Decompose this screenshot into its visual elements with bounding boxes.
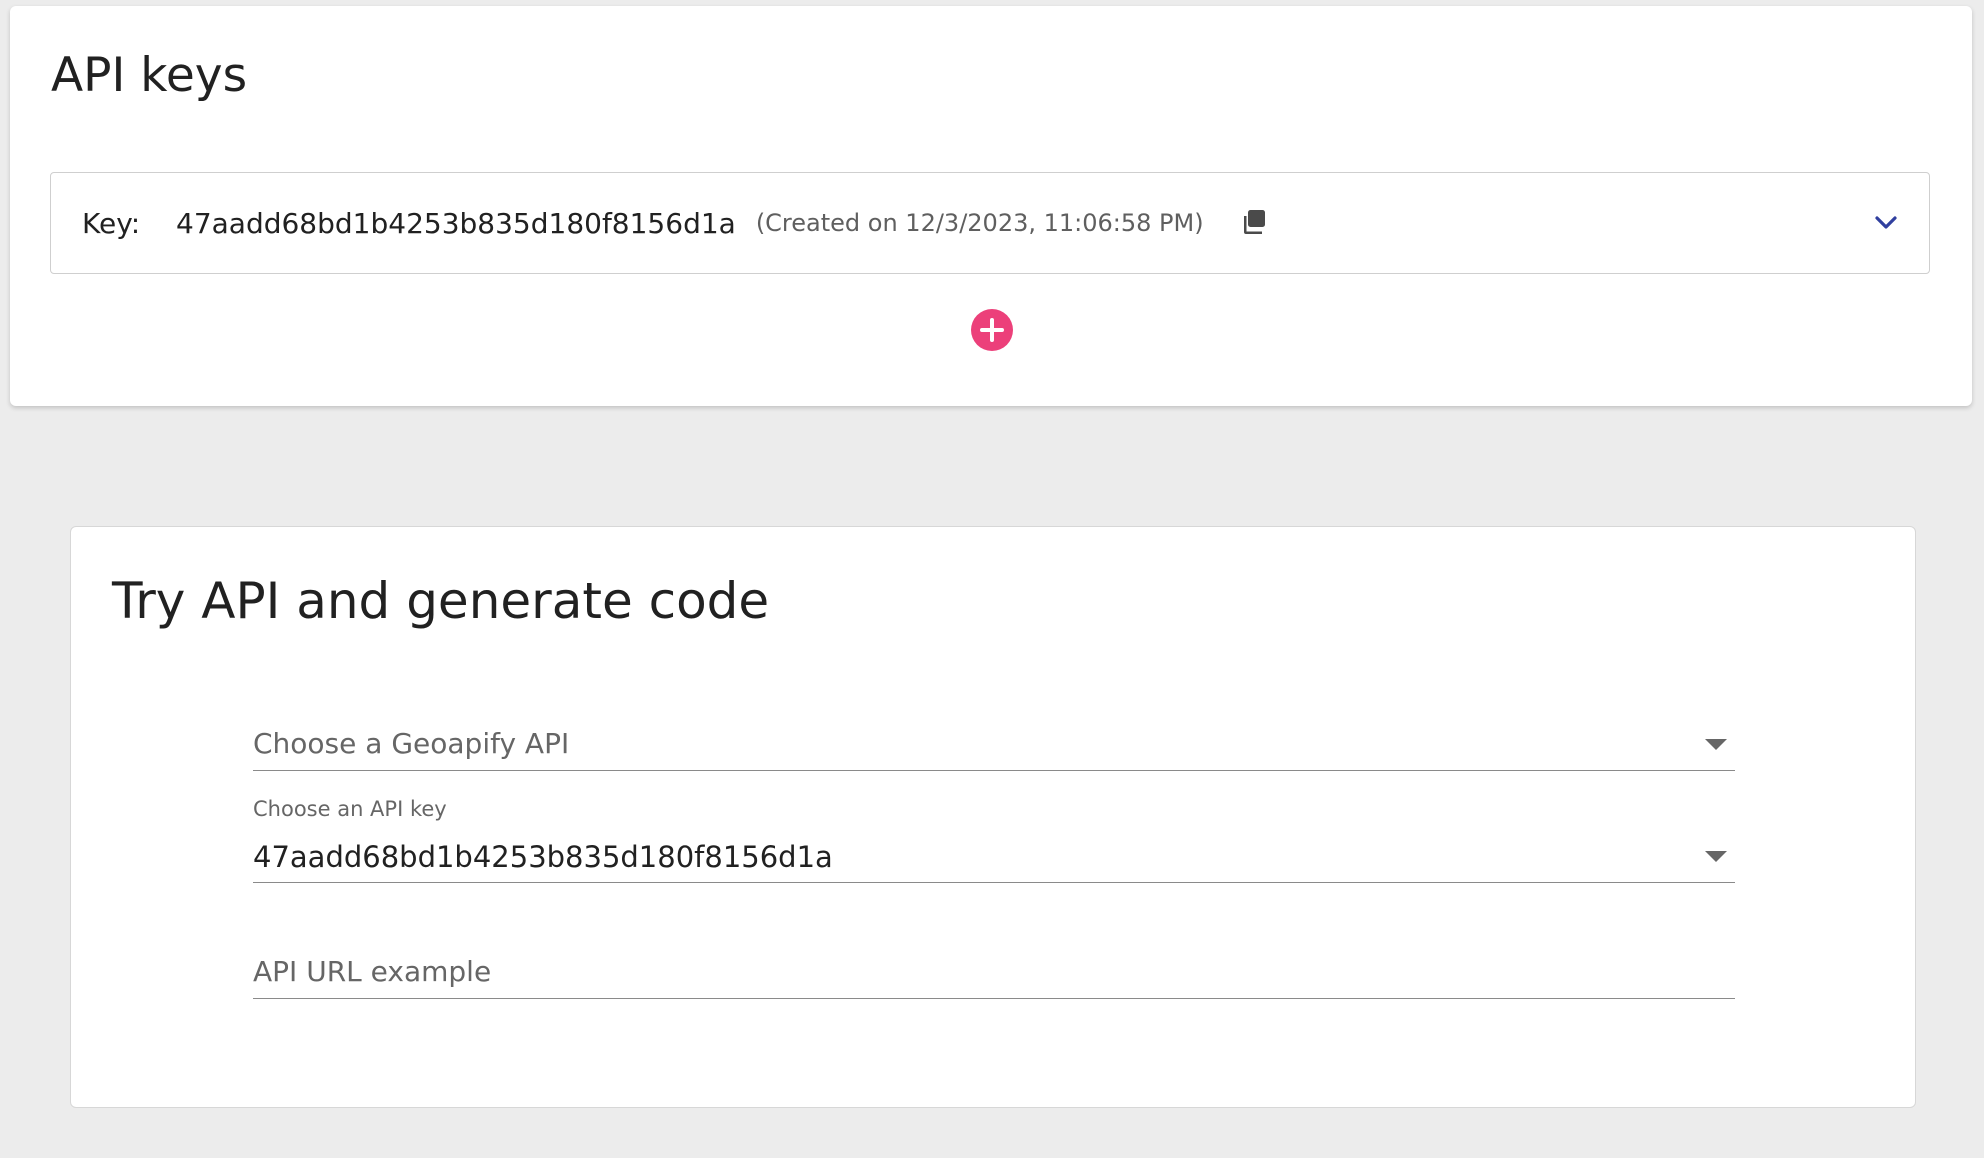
chevron-down-icon[interactable] bbox=[1869, 206, 1903, 240]
plus-icon bbox=[980, 318, 1004, 342]
key-value: 47aadd68bd1b4253b835d180f8156d1a bbox=[176, 206, 736, 240]
api-key-row[interactable]: Key: 47aadd68bd1b4253b835d180f8156d1a (C… bbox=[50, 172, 1930, 274]
geoapify-api-placeholder: Choose a Geoapify API bbox=[253, 727, 570, 760]
try-api-card: Try API and generate code Choose a Geoap… bbox=[70, 526, 1916, 1108]
dropdown-arrow-icon[interactable] bbox=[1705, 851, 1727, 862]
api-key-select-value: 47aadd68bd1b4253b835d180f8156d1a bbox=[253, 840, 833, 874]
key-created-date: (Created on 12/3/2023, 11:06:58 PM) bbox=[755, 209, 1204, 237]
dropdown-arrow-icon[interactable] bbox=[1705, 739, 1727, 750]
api-keys-card: API keys Key: 47aadd68bd1b4253b835d180f8… bbox=[10, 6, 1972, 406]
geoapify-api-select[interactable]: Choose a Geoapify API bbox=[253, 707, 1735, 771]
api-url-example-placeholder: API URL example bbox=[253, 955, 492, 988]
add-key-button[interactable] bbox=[971, 309, 1013, 351]
key-label: Key: bbox=[82, 206, 141, 240]
copy-icon[interactable] bbox=[1238, 206, 1272, 240]
try-api-title: Try API and generate code bbox=[112, 572, 770, 630]
api-url-example-field[interactable]: API URL example bbox=[253, 923, 1735, 999]
api-key-select[interactable]: Choose an API key 47aadd68bd1b4253b835d1… bbox=[253, 797, 1735, 883]
api-key-select-label: Choose an API key bbox=[253, 797, 447, 821]
api-keys-title: API keys bbox=[51, 48, 248, 103]
